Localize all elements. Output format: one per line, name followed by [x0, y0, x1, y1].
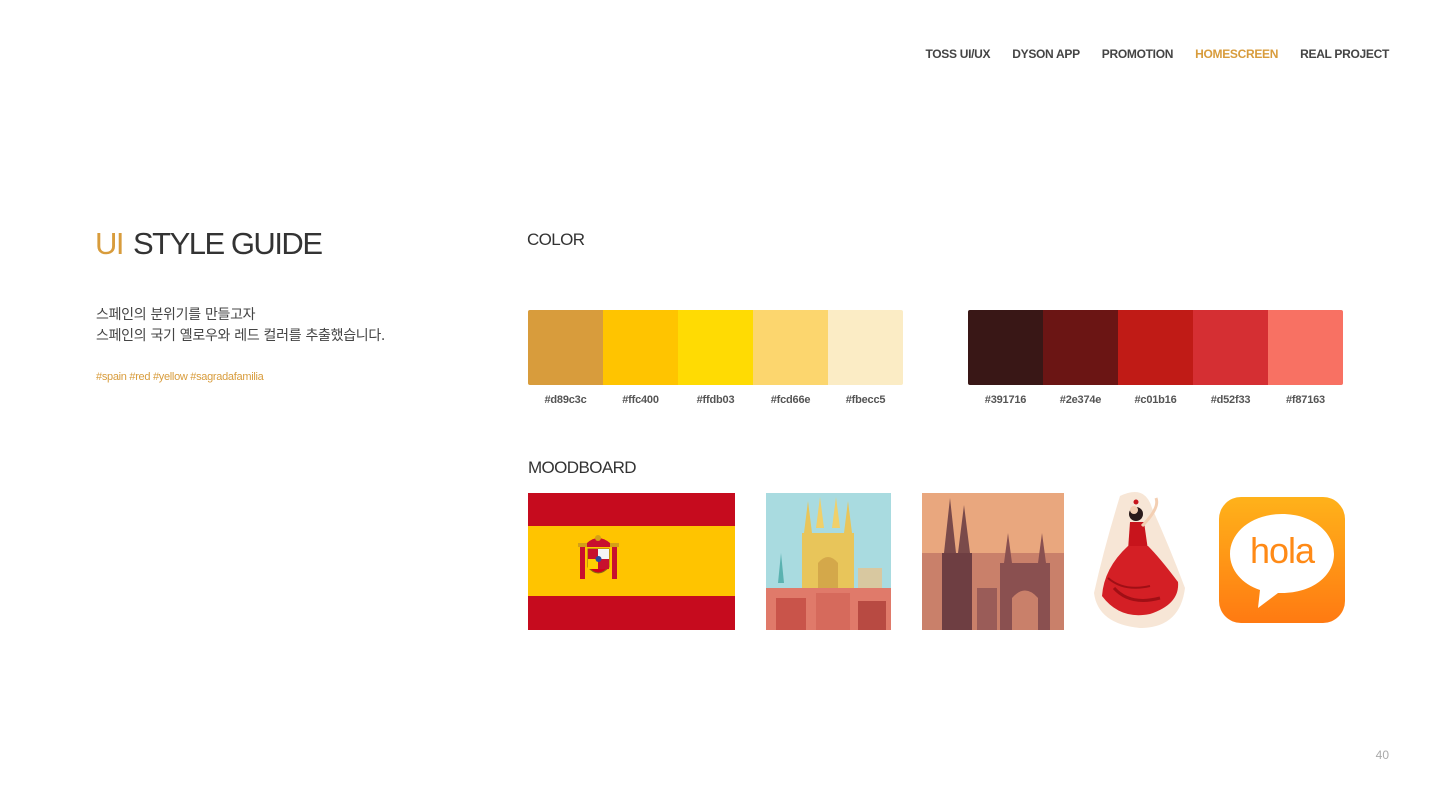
color-swatch	[753, 310, 828, 385]
hola-text: hola	[1249, 530, 1315, 571]
title-accent: UI	[95, 226, 125, 261]
yellow-swatch-3: #ffdb03	[678, 310, 753, 406]
nav-item-promotion[interactable]: PROMOTION	[1102, 47, 1174, 61]
red-swatch-1: #391716	[968, 310, 1043, 406]
color-swatch	[1118, 310, 1193, 385]
hola-app-icon: hola	[1218, 496, 1346, 624]
description-line-2: 스페인의 국기 옐로우와 레드 컬러를 추출했습니다.	[96, 328, 386, 344]
color-hex-label: #ffc400	[622, 394, 659, 406]
yellow-swatch-4: #fcd66e	[753, 310, 828, 406]
flamenco-dancer-illustration	[1090, 488, 1188, 630]
red-swatch-2: #2e374e	[1043, 310, 1118, 406]
color-swatch	[528, 310, 603, 385]
yellow-swatch-2: #ffc400	[603, 310, 678, 406]
yellow-swatch-1: #d89c3c	[528, 310, 603, 406]
color-swatch	[968, 310, 1043, 385]
color-swatch	[1193, 310, 1268, 385]
page-number: 40	[1375, 748, 1389, 762]
color-hex-label: #d52f33	[1210, 394, 1251, 406]
nav-item-real-project[interactable]: REAL PROJECT	[1300, 47, 1389, 61]
hashtags: #spain #red #yellow #sagradafamilia	[96, 371, 264, 383]
color-swatch	[678, 310, 753, 385]
red-swatch-4: #d52f33	[1193, 310, 1268, 406]
yellow-palette: #d89c3c #ffc400 #ffdb03 #fcd66e #fbecc5	[528, 310, 903, 406]
color-hex-label: #c01b16	[1134, 394, 1177, 406]
description: 스페인의 분위기를 만들고자 스페인의 국기 옐로우와 레드 컬러를 추출했습니…	[96, 305, 385, 347]
style-guide-page: TOSS UI/UX DYSON APP PROMOTION HOMESCREE…	[0, 0, 1440, 810]
sagrada-familia-illustration	[766, 493, 891, 630]
red-swatch-3: #c01b16	[1118, 310, 1193, 406]
moodboard-section-title: MOODBOARD	[528, 458, 637, 477]
spain-flag-image	[528, 493, 735, 630]
color-swatch	[828, 310, 903, 385]
color-swatch	[603, 310, 678, 385]
color-swatch	[1043, 310, 1118, 385]
color-hex-label: #fbecc5	[845, 394, 886, 406]
color-hex-label: #f87163	[1286, 394, 1325, 406]
color-section-title: COLOR	[527, 230, 585, 249]
color-hex-label: #d89c3c	[544, 394, 587, 406]
title-main: STYLE GUIDE	[133, 226, 323, 261]
color-swatch	[1268, 310, 1343, 385]
color-hex-label: #ffdb03	[696, 394, 735, 406]
red-swatch-5: #f87163	[1268, 310, 1343, 406]
barcelona-skyline-illustration	[922, 493, 1064, 630]
top-nav: TOSS UI/UX DYSON APP PROMOTION HOMESCREE…	[925, 47, 1389, 61]
nav-item-homescreen[interactable]: HOMESCREEN	[1195, 47, 1278, 61]
nav-item-dyson[interactable]: DYSON APP	[1012, 47, 1080, 61]
red-palette: #391716 #2e374e #c01b16 #d52f33 #f87163	[968, 310, 1343, 406]
color-hex-label: #2e374e	[1059, 394, 1102, 406]
color-hex-label: #391716	[984, 394, 1027, 406]
color-hex-label: #fcd66e	[770, 394, 811, 406]
description-line-1: 스페인의 분위기를 만들고자	[96, 307, 256, 323]
nav-item-toss[interactable]: TOSS UI/UX	[925, 47, 990, 61]
yellow-swatch-5: #fbecc5	[828, 310, 903, 406]
page-title: UI STYLE GUIDE	[95, 226, 323, 262]
